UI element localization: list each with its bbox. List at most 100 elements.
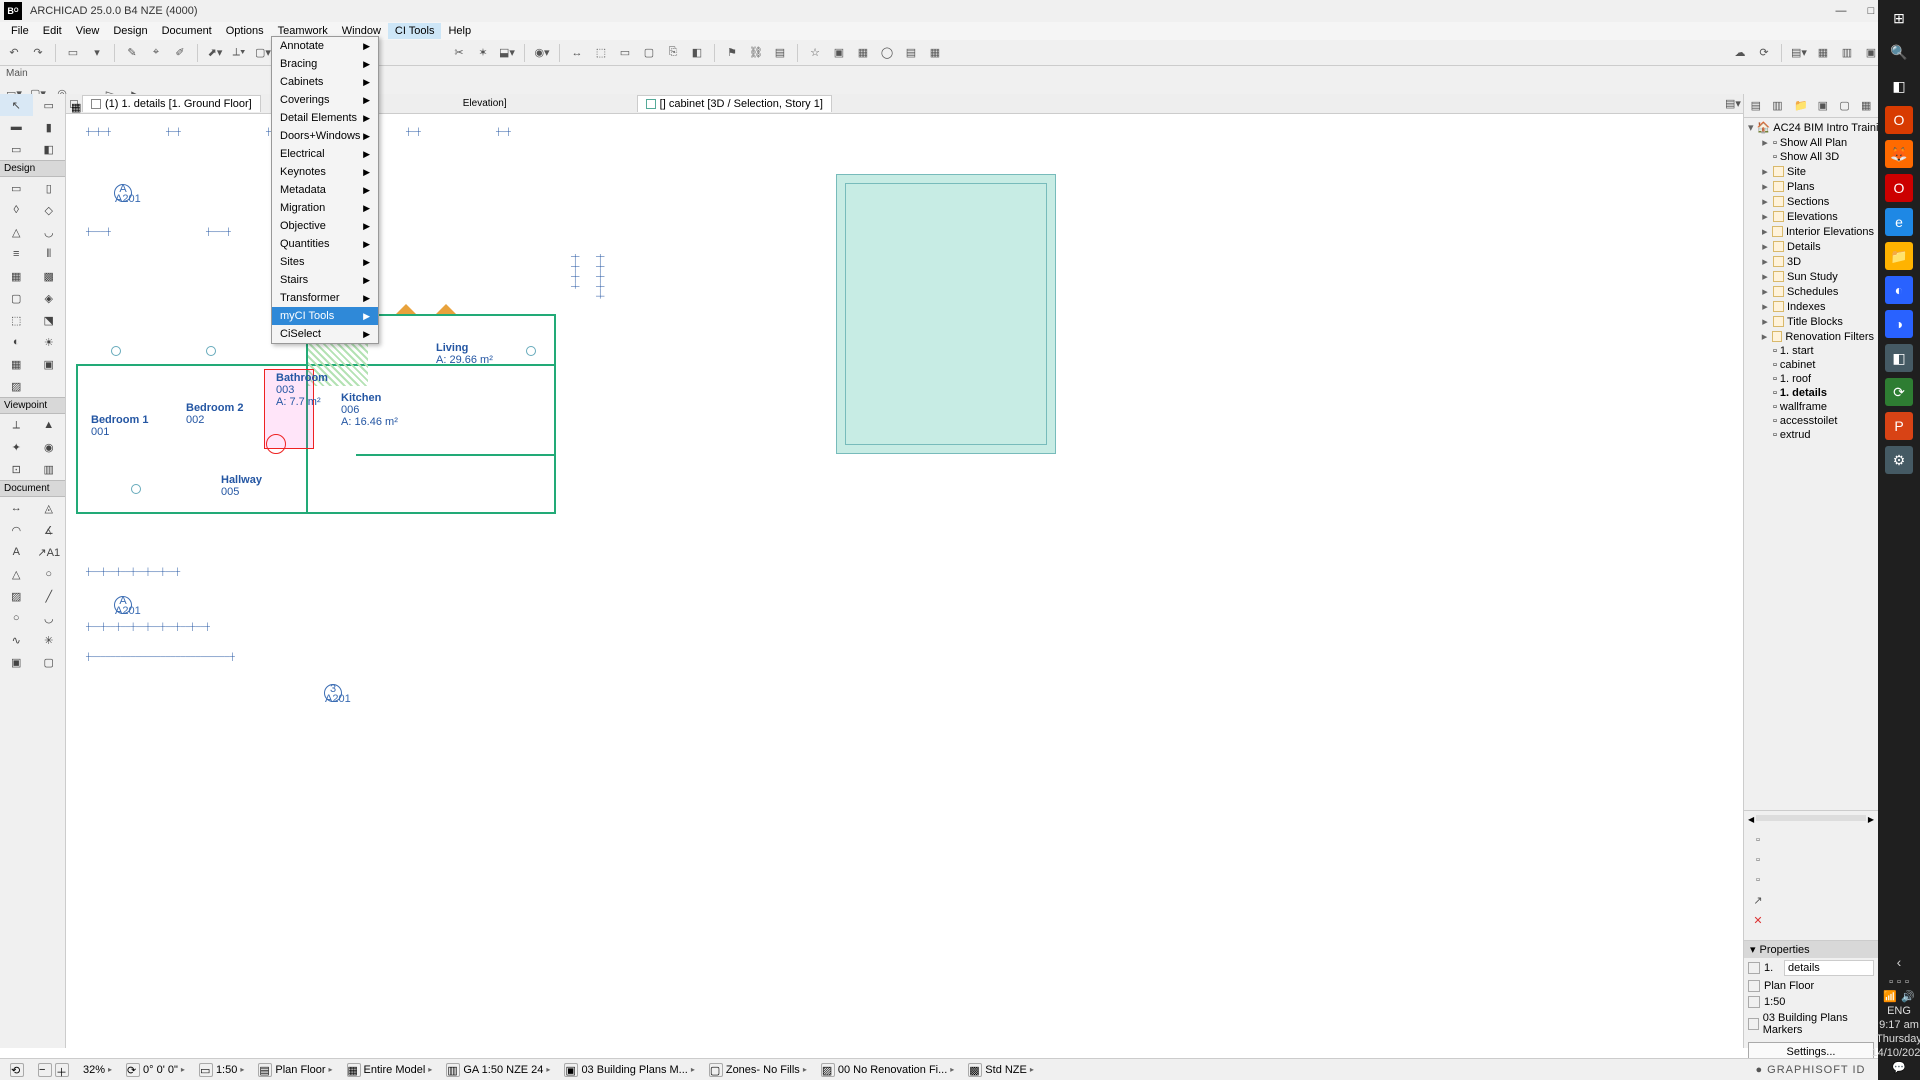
redo-icon[interactable]: ↷ (28, 43, 48, 63)
trash-icon[interactable]: ✂ (449, 43, 469, 63)
tree-item[interactable]: ▸Title Blocks (1746, 314, 1876, 329)
menu-help[interactable]: Help (441, 23, 478, 39)
stair-tool[interactable]: ≡ (0, 243, 33, 265)
nav-up-icon[interactable]: ▫ (1748, 870, 1768, 890)
explorer-icon[interactable]: 📁 (1885, 242, 1913, 270)
menu-quantities[interactable]: Quantities▶ (272, 235, 378, 253)
expand-tray-icon[interactable]: ‹ (1897, 954, 1902, 970)
nav-new-icon[interactable]: ▫ (1748, 830, 1768, 850)
change-tool[interactable]: △ (0, 563, 33, 585)
rotate-icon[interactable]: ⟳ (126, 1063, 140, 1077)
viewport-3d[interactable] (656, 134, 1743, 1048)
view-settings-icon[interactable]: ▤▾ (1723, 94, 1743, 114)
drop-icon[interactable]: ⬓▾ (497, 43, 517, 63)
dropdown-icon[interactable]: ▾ (87, 43, 107, 63)
menu-electrical[interactable]: Electrical▶ (272, 145, 378, 163)
light-tool[interactable]: ☀ (33, 331, 66, 353)
measure-icon[interactable]: ↔ (567, 43, 587, 63)
level-tool[interactable]: ◬ (33, 497, 66, 519)
tree-item[interactable]: ▸Sections (1746, 194, 1876, 209)
photo-icon[interactable]: ▣ (829, 43, 849, 63)
menu-objective[interactable]: Objective▶ (272, 217, 378, 235)
copy-icon[interactable]: ⎘ (663, 43, 683, 63)
menu-bracing[interactable]: Bracing▶ (272, 55, 378, 73)
layout-icon[interactable]: ▦ (925, 43, 945, 63)
graphisoft-id[interactable]: ●GRAPHISOFT ID (1743, 1058, 1878, 1080)
prop-id-name[interactable]: details (1784, 960, 1874, 976)
figure-tool[interactable]: ▣ (0, 651, 33, 673)
tree-item[interactable]: ▫cabinet (1746, 358, 1876, 372)
app-icon-1[interactable]: ◐ (1885, 276, 1913, 304)
window-tool[interactable]: ▯ (33, 177, 66, 199)
menu-ciselect[interactable]: CiSelect▶ (272, 325, 378, 343)
menu-metadata[interactable]: Metadata▶ (272, 181, 378, 199)
firefox-icon[interactable]: 🦊 (1885, 140, 1913, 168)
render-icon[interactable]: ▦ (853, 43, 873, 63)
crop-icon[interactable]: ⬚ (591, 43, 611, 63)
tree-item[interactable]: ▸3D (1746, 254, 1876, 269)
tree-item[interactable]: ▸Sun Study (1746, 269, 1876, 284)
opera-icon[interactable]: O (1885, 174, 1913, 202)
line-tool[interactable]: ╱ (33, 585, 66, 607)
section-tool[interactable]: ⟂ (0, 414, 33, 436)
grid-tool[interactable]: ▦ (0, 353, 33, 375)
link-icon[interactable]: ⛓ (746, 43, 766, 63)
nav-folder-icon[interactable]: 📁 (1791, 96, 1811, 116)
menu-keynotes[interactable]: Keynotes▶ (272, 163, 378, 181)
sync-app-icon[interactable]: ⟳ (1885, 378, 1913, 406)
nav-out-icon[interactable]: ↗ (1748, 890, 1768, 910)
angle-tool[interactable]: ∡ (33, 519, 66, 541)
wand-icon[interactable]: ✎ (122, 43, 142, 63)
roof-tool[interactable]: △ (0, 221, 33, 243)
menu-file[interactable]: File (4, 23, 36, 39)
app-icon-2[interactable]: ◑ (1885, 310, 1913, 338)
menu-detail-elements[interactable]: Detail Elements▶ (272, 109, 378, 127)
views-icon[interactable]: ▦ (1813, 43, 1833, 63)
sheets-icon[interactable]: ▥ (1837, 43, 1857, 63)
tree-item[interactable]: ▸Schedules (1746, 284, 1876, 299)
curtain-tool[interactable]: ▦ (0, 265, 33, 287)
search-icon[interactable]: 🔍 (1885, 38, 1913, 66)
minimize-button[interactable]: — (1826, 0, 1856, 22)
pick-icon[interactable]: ⌖ (146, 43, 166, 63)
corner-tool[interactable]: ⬔ (33, 309, 66, 331)
tree-item[interactable]: ▸Details (1746, 239, 1876, 254)
zoom-out-icon[interactable]: − (38, 1063, 52, 1077)
fit-icon[interactable]: ⟲ (10, 1063, 24, 1077)
tree-item[interactable]: ▫1. roof (1746, 372, 1876, 386)
circle-tool2[interactable]: ○ (33, 563, 66, 585)
tree-item[interactable]: ▫wallframe (1746, 400, 1876, 414)
snap-icon[interactable]: ⟂▾ (229, 43, 249, 63)
page-icon[interactable]: ▤ (770, 43, 790, 63)
clip-icon[interactable]: ◧ (687, 43, 707, 63)
tree-item[interactable]: ▫Show All 3D (1746, 150, 1876, 164)
notifications-icon[interactable]: 💬 (1892, 1061, 1906, 1074)
layers-icon[interactable]: ▤▾ (1789, 43, 1809, 63)
wall-tool[interactable]: ▬ (0, 116, 33, 138)
nav-set-icon[interactable]: ▦ (1856, 96, 1876, 116)
flag-icon[interactable]: ⚑ (722, 43, 742, 63)
mesh-tool[interactable]: ▩ (33, 265, 66, 287)
marquee-tool[interactable]: ▭ (33, 94, 66, 116)
tray-icon[interactable]: ▫ (1897, 976, 1901, 988)
zone-tool[interactable]: ▢ (0, 287, 33, 309)
volume-icon[interactable]: 🔊 (1901, 990, 1915, 1003)
clock-time[interactable]: 9:17 am (1879, 1019, 1919, 1031)
nav-view-icon[interactable]: ▥ (1768, 96, 1788, 116)
tree-item[interactable]: ▸Plans (1746, 179, 1876, 194)
spline-tool[interactable]: ∿ (0, 629, 33, 651)
sphere-icon[interactable]: ◉▾ (532, 43, 552, 63)
nav-delete-icon[interactable]: ✕ (1748, 910, 1768, 930)
nav-clone-icon[interactable]: ▫ (1748, 850, 1768, 870)
fill-tool[interactable]: ▨ (0, 375, 33, 397)
renov-status-icon[interactable]: ▨ (821, 1063, 835, 1077)
hotspot-tool[interactable]: ✳ (33, 629, 66, 651)
zones-status-icon[interactable]: ▢ (709, 1063, 723, 1077)
menu-design[interactable]: Design (106, 23, 154, 39)
properties-header[interactable]: ▾Properties (1744, 941, 1878, 958)
tab-3d[interactable]: [] cabinet [3D / Selection, Story 1] (637, 95, 832, 112)
door-tool[interactable]: ▭ (0, 177, 33, 199)
tab-grid-icon[interactable]: ▦ (70, 100, 78, 108)
tree-item-selected[interactable]: ▫1. details (1746, 386, 1876, 400)
tree-item[interactable]: ▫1. start (1746, 344, 1876, 358)
